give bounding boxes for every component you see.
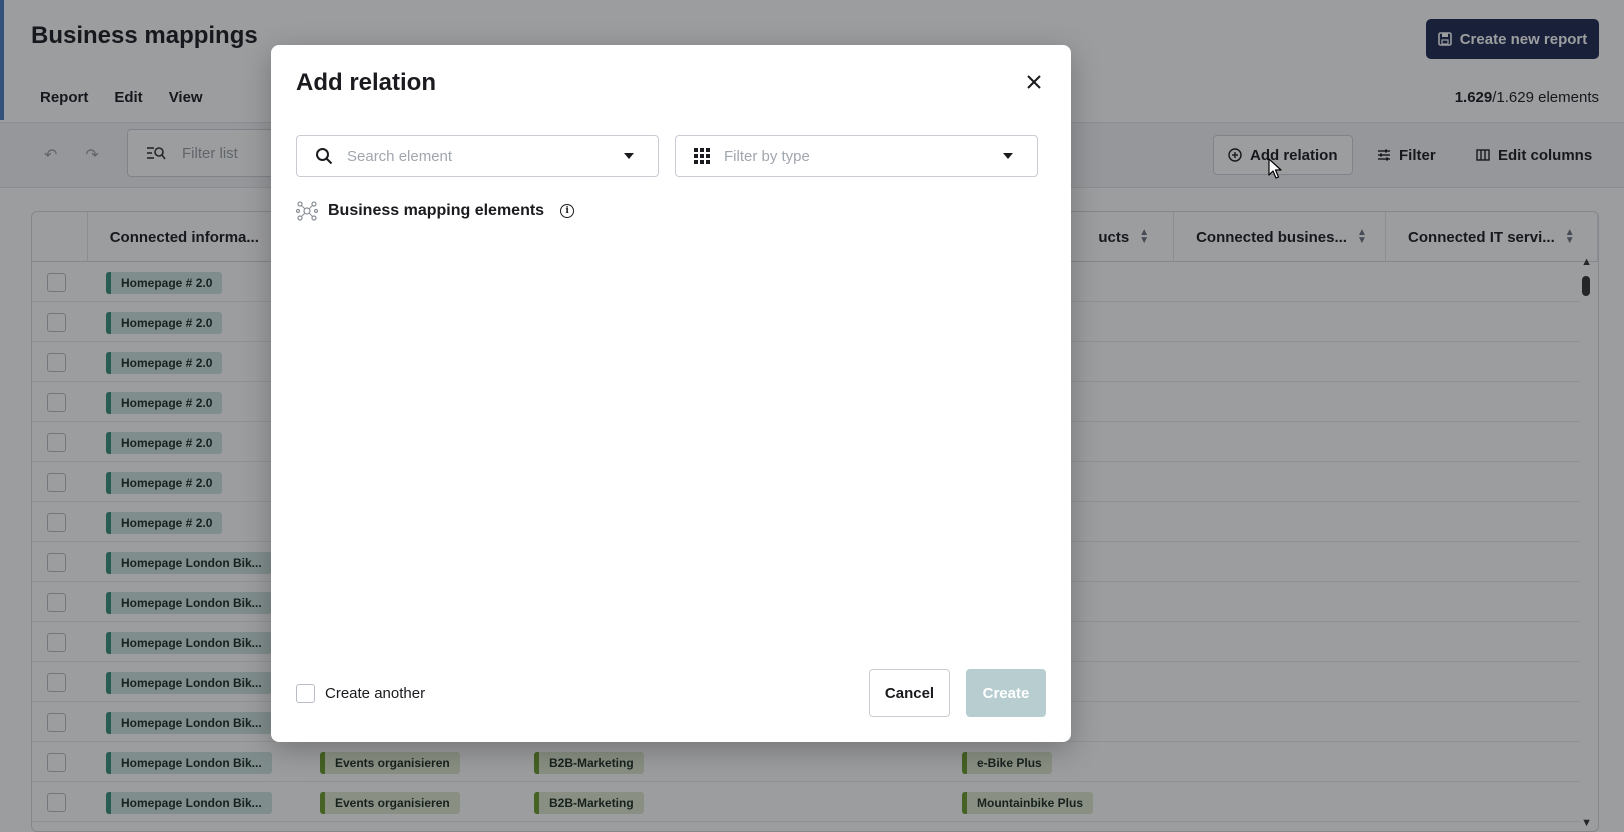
create-another-label: Create another [325, 685, 426, 702]
cancel-button[interactable]: Cancel [869, 669, 950, 717]
search-element-placeholder: Search element [347, 147, 453, 165]
mouse-cursor-icon [1268, 158, 1282, 179]
chevron-down-icon [1003, 153, 1013, 159]
dialog-title: Add relation [296, 69, 437, 96]
close-icon[interactable] [1021, 69, 1047, 95]
create-button[interactable]: Create [966, 669, 1046, 717]
add-relation-dialog: Add relation Search element Filter by ty… [271, 45, 1071, 742]
filter-by-type-select[interactable]: Filter by type [675, 135, 1038, 177]
chevron-down-icon [624, 153, 634, 159]
create-another-checkbox[interactable]: Create another [296, 684, 425, 703]
network-icon [296, 201, 318, 221]
filter-by-type-placeholder: Filter by type [724, 147, 810, 165]
info-icon[interactable]: i [560, 204, 575, 218]
search-icon [316, 148, 333, 165]
section-heading: Business mapping elements i [296, 200, 575, 222]
search-element-select[interactable]: Search element [296, 135, 659, 177]
checkbox-box[interactable] [296, 684, 315, 703]
grid-icon [694, 148, 710, 164]
section-heading-label: Business mapping elements [328, 202, 545, 219]
